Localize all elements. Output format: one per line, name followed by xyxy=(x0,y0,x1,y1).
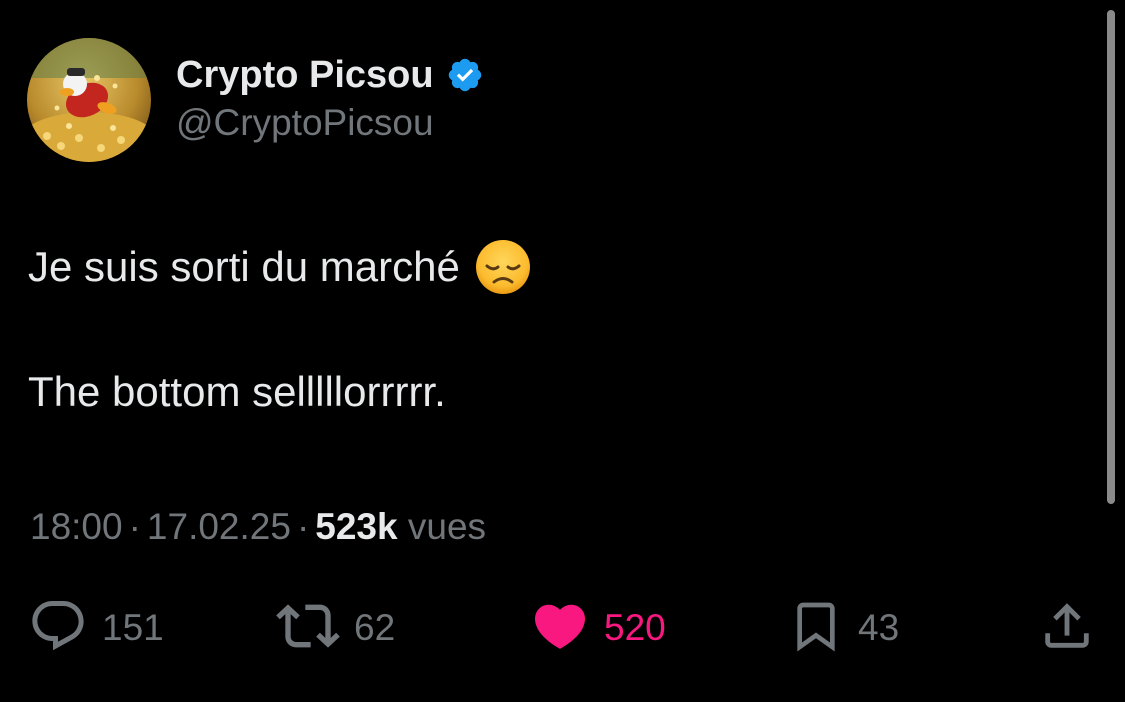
tweet-text-line-1-text: Je suis sorti du marché xyxy=(28,243,460,290)
tweet-date[interactable]: 17.02.25 xyxy=(147,506,291,547)
bookmark-count: 43 xyxy=(858,607,900,648)
scrollbar[interactable] xyxy=(1107,10,1115,504)
author-name-row: Crypto Picsou xyxy=(176,50,484,100)
reply-icon xyxy=(28,596,88,661)
share-icon xyxy=(1038,597,1096,660)
bookmark-button[interactable]: 43 xyxy=(788,596,899,660)
views-label: vues xyxy=(407,506,487,547)
retweet-icon xyxy=(276,594,340,663)
heart-icon xyxy=(530,596,590,661)
tweet-meta: 18:00 · 17.02.25 · 523k vues xyxy=(30,506,486,548)
retweet-count: 62 xyxy=(354,607,396,648)
tweet-time[interactable]: 18:00 xyxy=(30,506,123,547)
verified-badge-icon xyxy=(446,56,484,94)
meta-separator: · xyxy=(296,506,310,547)
share-button[interactable] xyxy=(1038,596,1096,660)
avatar[interactable] xyxy=(27,38,151,162)
reply-count: 151 xyxy=(102,607,164,648)
views-count: 523k xyxy=(315,506,398,547)
bookmark-icon xyxy=(788,596,844,661)
retweet-button[interactable]: 62 xyxy=(276,596,395,660)
reply-button[interactable]: 151 xyxy=(28,596,164,660)
tweet-text-line-2: The bottom selllllorrrrr. xyxy=(28,368,446,415)
like-count: 520 xyxy=(604,607,666,648)
like-button[interactable]: 520 xyxy=(530,596,666,660)
author-display-name[interactable]: Crypto Picsou xyxy=(176,54,434,97)
tweet-card: Crypto Picsou @CryptoPicsou Je suis sort… xyxy=(0,0,1125,702)
avatar-image xyxy=(27,38,151,162)
disappointed-face-emoji-icon xyxy=(474,238,532,296)
meta-separator: · xyxy=(128,506,141,547)
author-handle[interactable]: @CryptoPicsou xyxy=(176,102,434,144)
tweet-text-line-1: Je suis sorti du marché xyxy=(28,238,532,296)
